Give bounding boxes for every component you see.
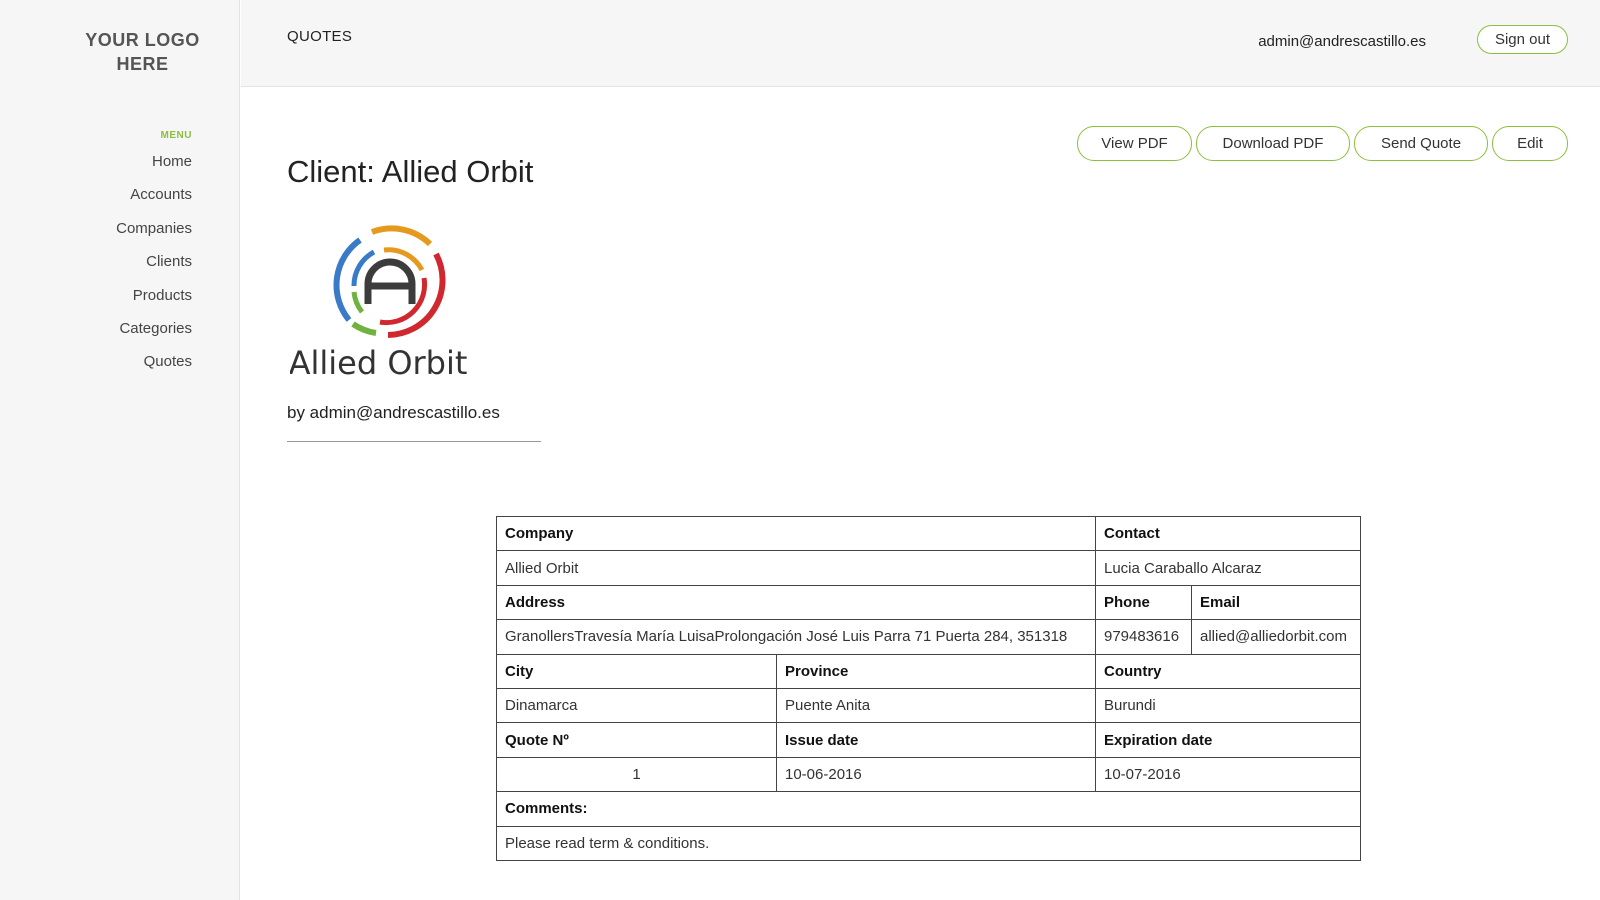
table-row: Quote Nº Issue date Expiration date [496, 722, 1361, 758]
menu-heading: MENU [160, 130, 192, 141]
phone-value: 979483616 [1095, 619, 1192, 655]
email-value: allied@alliedorbit.com [1191, 619, 1361, 655]
client-logo-text: Allied Orbit [290, 344, 467, 382]
country-value: Burundi [1095, 687, 1361, 724]
quote-number-value: 1 [496, 756, 777, 793]
sidebar-item-quotes[interactable]: Quotes [116, 352, 192, 385]
send-quote-button[interactable]: Send Quote [1354, 126, 1488, 161]
logo-inner-green-arc [351, 291, 365, 314]
sidebar-menu: Home Accounts Companies Clients Products… [116, 152, 192, 386]
company-label: Company [496, 515, 1096, 552]
sidebar-item-accounts[interactable]: Accounts [116, 185, 192, 218]
view-pdf-button[interactable]: View PDF [1077, 126, 1192, 161]
top-bar: QUOTES admin@andrescastillo.es Sign out [241, 0, 1600, 87]
table-row: Please read term & conditions. [496, 825, 1361, 861]
comments-label: Comments: [496, 791, 1361, 827]
sidebar-item-clients[interactable]: Clients [116, 252, 192, 285]
user-email: admin@andrescastillo.es [1258, 33, 1426, 50]
table-row: Allied Orbit Lucia Caraballo Alcaraz [496, 550, 1361, 586]
address-label: Address [496, 584, 1096, 621]
table-row: GranollersTravesía María LuisaProlongaci… [496, 619, 1361, 655]
table-row: Address Phone Email [496, 584, 1361, 621]
phone-label: Phone [1095, 584, 1192, 621]
sidebar-item-home[interactable]: Home [116, 152, 192, 185]
province-value: Puente Anita [776, 687, 1096, 724]
expiration-date-label: Expiration date [1095, 722, 1361, 758]
table-row: Dinamarca Puente Anita Burundi [496, 687, 1361, 724]
city-label: City [496, 653, 777, 689]
client-title: Client: Allied Orbit [287, 154, 534, 189]
city-value: Dinamarca [496, 687, 777, 724]
quote-details-table: Company Contact Allied Orbit Lucia Carab… [496, 515, 1361, 861]
logo-ring-orange-arc [370, 225, 433, 247]
table-row: 1 10-06-2016 10-07-2016 [496, 756, 1361, 793]
province-label: Province [776, 653, 1096, 689]
logo-ring-green-arc [351, 321, 377, 336]
expiration-date-value: 10-07-2016 [1095, 756, 1361, 793]
comments-value: Please read term & conditions. [496, 825, 1361, 861]
download-pdf-button[interactable]: Download PDF [1196, 126, 1350, 161]
contact-value: Lucia Caraballo Alcaraz [1095, 550, 1361, 586]
company-value: Allied Orbit [496, 550, 1096, 586]
quote-actions: View PDF Download PDF Send Quote Edit [1077, 126, 1568, 161]
divider [287, 441, 541, 442]
edit-button[interactable]: Edit [1492, 126, 1568, 161]
quote-number-label: Quote Nº [496, 722, 777, 758]
client-logo: Allied Orbit [290, 225, 467, 382]
sidebar-item-categories[interactable]: Categories [116, 319, 192, 352]
section-title: QUOTES [287, 28, 353, 45]
address-value: GranollersTravesía María LuisaProlongaci… [496, 619, 1096, 655]
email-label: Email [1191, 584, 1361, 621]
country-label: Country [1095, 653, 1361, 689]
table-row: City Province Country [496, 653, 1361, 689]
sidebar-item-companies[interactable]: Companies [116, 219, 192, 252]
table-row: Company Contact [496, 515, 1361, 552]
sidebar: YOUR LOGO HERE MENU Home Accounts Compan… [0, 0, 240, 900]
sidebar-item-products[interactable]: Products [116, 286, 192, 319]
issue-date-value: 10-06-2016 [776, 756, 1096, 793]
table-row: Comments: [496, 791, 1361, 827]
sign-out-button[interactable]: Sign out [1477, 25, 1568, 54]
contact-label: Contact [1095, 515, 1361, 552]
issue-date-label: Issue date [776, 722, 1096, 758]
author-line: by admin@andrescastillo.es [287, 403, 500, 422]
logo-letter-a-icon [364, 258, 416, 304]
